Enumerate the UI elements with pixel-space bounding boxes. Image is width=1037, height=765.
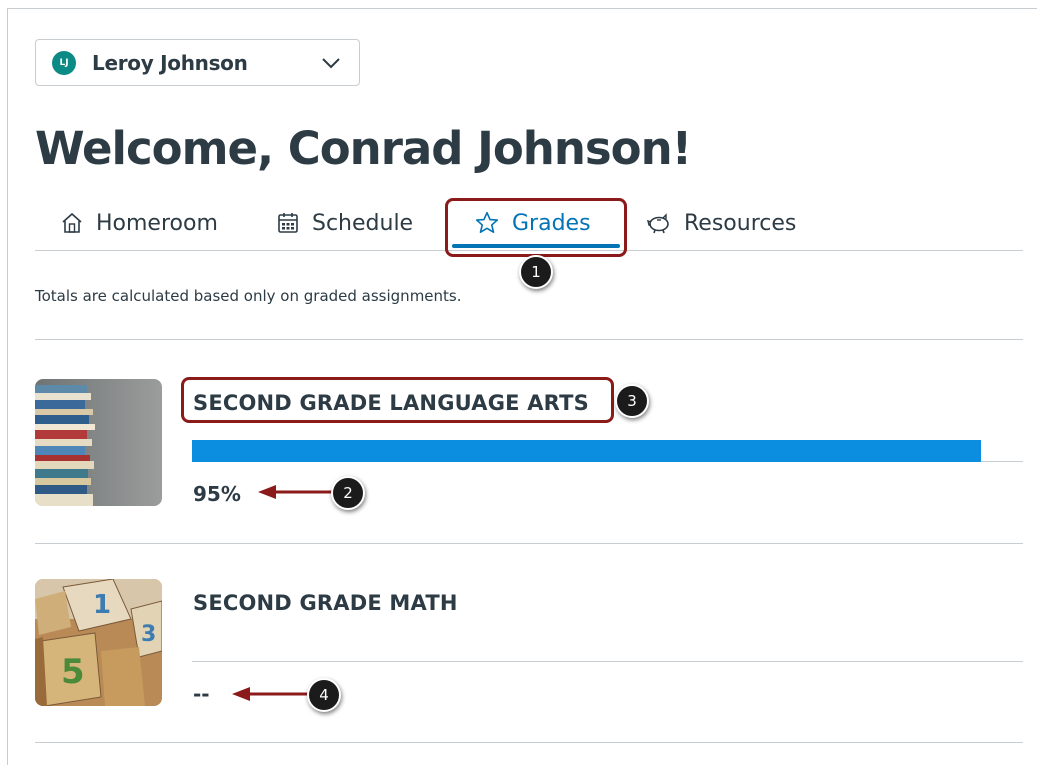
grade-value: -- bbox=[193, 682, 210, 706]
course-title-highlight bbox=[181, 377, 614, 423]
grades-tab-highlight bbox=[445, 198, 627, 257]
arrow-left-icon bbox=[232, 687, 308, 701]
arrow-left-icon bbox=[258, 485, 334, 499]
divider bbox=[35, 742, 1023, 743]
svg-text:1: 1 bbox=[93, 590, 111, 620]
student-name: Leroy Johnson bbox=[92, 50, 248, 75]
grade-value: 95% bbox=[193, 482, 241, 506]
grades-note: Totals are calculated based only on grad… bbox=[35, 287, 462, 305]
divider bbox=[35, 339, 1023, 340]
callout-2: 2 bbox=[331, 476, 365, 510]
course-image-books[interactable] bbox=[35, 379, 162, 506]
tab-schedule-label: Schedule bbox=[312, 210, 414, 236]
calendar-icon bbox=[278, 213, 298, 233]
tab-schedule[interactable]: Schedule bbox=[276, 198, 413, 248]
tab-resources[interactable]: Resources bbox=[646, 198, 796, 248]
course-title-math[interactable]: SECOND GRADE MATH bbox=[193, 591, 458, 615]
callout-3: 3 bbox=[615, 384, 649, 418]
student-avatar: LJ bbox=[52, 50, 76, 75]
grade-progress-bar bbox=[192, 640, 1023, 662]
student-selector[interactable]: LJ Leroy Johnson bbox=[35, 39, 360, 86]
svg-text:5: 5 bbox=[61, 652, 85, 692]
course-image-blocks[interactable]: 1 3 5 bbox=[35, 579, 162, 706]
books-image bbox=[35, 379, 162, 506]
tab-homeroom-label: Homeroom bbox=[96, 210, 218, 236]
page-title: Welcome, Conrad Johnson! bbox=[35, 122, 692, 175]
grade-progress-fill bbox=[192, 440, 982, 462]
piggy-bank-icon bbox=[647, 213, 669, 234]
tab-homeroom[interactable]: Homeroom bbox=[60, 198, 218, 248]
tab-resources-label: Resources bbox=[684, 210, 797, 236]
grade-progress-bar bbox=[192, 440, 1023, 462]
svg-text:3: 3 bbox=[141, 622, 156, 647]
blocks-image: 1 3 5 bbox=[35, 579, 162, 706]
callout-4: 4 bbox=[307, 678, 341, 712]
chevron-down-icon bbox=[322, 58, 340, 69]
callout-1: 1 bbox=[519, 255, 553, 289]
home-icon bbox=[62, 212, 82, 233]
divider bbox=[35, 543, 1023, 544]
